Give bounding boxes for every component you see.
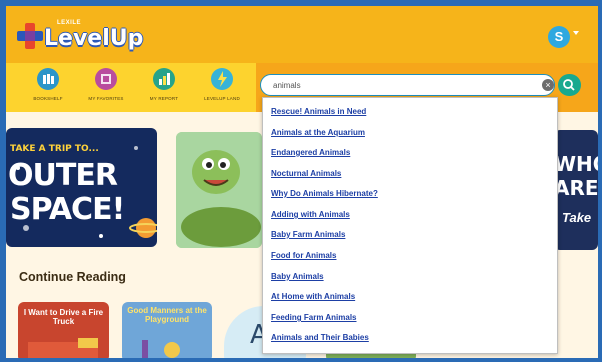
chevron-down-icon[interactable] — [573, 31, 579, 35]
logo-plus-icon — [17, 23, 43, 49]
nav-item-report[interactable]: MY REPORT — [134, 65, 194, 111]
book-title-good-manners: Good Manners at the Playground — [127, 306, 207, 324]
nav-label-report: MY REPORT — [149, 96, 179, 101]
space-line-2: OUTER — [8, 158, 118, 193]
top-header: LEXILE LevelUp S — [6, 6, 598, 63]
suggestion-item[interactable]: Animals and Their Babies — [271, 333, 369, 342]
search-icon — [563, 79, 575, 91]
book-fire-truck[interactable]: I Want to Drive a Fire Truck — [18, 302, 109, 358]
nav-label-levelup-land: LEVELUP LAND — [204, 96, 240, 101]
levelup-land-icon — [211, 68, 233, 90]
bookshelf-icon — [37, 68, 59, 90]
suggestion-item[interactable]: Animals at the Aquarium — [271, 128, 365, 137]
continue-reading-title: Continue Reading — [19, 270, 126, 284]
partial-line-1: WHOS — [554, 152, 598, 176]
nav-label-favorites: MY FAVORITES — [88, 96, 124, 101]
levelup-logo[interactable]: LEXILE LevelUp — [16, 19, 143, 53]
featured-partial-book[interactable]: WHOS ARE T Take — [554, 130, 598, 250]
suggestion-item[interactable]: Baby Animals — [271, 272, 324, 281]
nav-item-bookshelf[interactable]: BOOKSHELF — [18, 65, 78, 111]
fire-truck-illustration — [28, 338, 98, 358]
partial-line-2: ARE T — [554, 176, 598, 200]
playground-illustration — [142, 340, 180, 358]
space-line-1: TAKE A TRIP TO... — [10, 144, 99, 154]
clear-search-icon[interactable]: × — [542, 79, 554, 91]
logo-word: LevelUp — [44, 26, 144, 51]
suggestion-item[interactable]: Baby Farm Animals — [271, 230, 345, 239]
nav-item-favorites[interactable]: MY FAVORITES — [76, 65, 136, 111]
favorites-icon — [95, 68, 117, 90]
app-frame: LEXILE LevelUp S BOOKSHELF MY FAVORITES … — [6, 6, 598, 358]
suggestion-item[interactable]: Food for Animals — [271, 251, 336, 260]
main-nav: BOOKSHELF MY FAVORITES MY REPORT LEVELUP… — [6, 63, 256, 112]
featured-outer-space[interactable]: TAKE A TRIP TO... OUTER SPACE! — [6, 128, 157, 247]
suggestion-item[interactable]: Nocturnal Animals — [271, 169, 341, 178]
suggestion-item[interactable]: Rescue! Animals in Need — [271, 107, 366, 116]
book-good-manners[interactable]: Good Manners at the Playground — [122, 302, 212, 358]
report-icon — [153, 68, 175, 90]
search-input[interactable] — [260, 74, 555, 96]
suggestion-item[interactable]: Feeding Farm Animals — [271, 313, 357, 322]
nav-label-bookshelf: BOOKSHELF — [33, 96, 63, 101]
partial-line-3: Take — [562, 210, 592, 225]
suggestion-item[interactable]: Why Do Animals Hibernate? — [271, 189, 378, 198]
suggestion-item[interactable]: Adding with Animals — [271, 210, 350, 219]
user-avatar[interactable]: S — [548, 26, 570, 48]
nav-item-levelup-land[interactable]: LEVELUP LAND — [192, 65, 252, 111]
suggestion-item[interactable]: At Home with Animals — [271, 292, 355, 301]
featured-turtle-book[interactable] — [176, 132, 262, 248]
space-line-3: SPACE! — [10, 192, 125, 227]
turtle-illustration — [176, 132, 262, 248]
search-button[interactable] — [558, 74, 581, 96]
suggestion-item[interactable]: Endangered Animals — [271, 148, 350, 157]
book-title-fire-truck: I Want to Drive a Fire Truck — [23, 308, 104, 326]
search-suggestions-dropdown: Rescue! Animals in Need Animals at the A… — [262, 97, 558, 354]
